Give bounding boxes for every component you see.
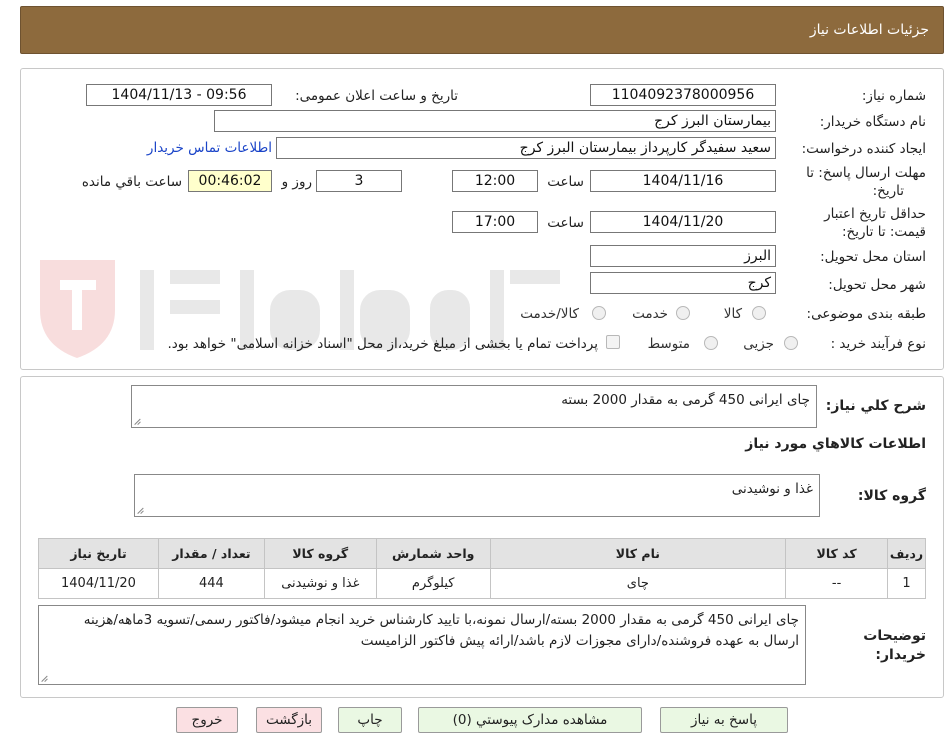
goods-group-label: گروه کالا:: [857, 488, 926, 504]
buyer-org-label: نام دستگاه خریدار:: [819, 114, 926, 130]
remaining-time-label: ساعت باقي مانده: [81, 174, 182, 190]
cell-group: غذا و نوشیدنی: [263, 568, 377, 599]
page-title: جزئیات اطلاعات نیاز: [809, 22, 929, 38]
deadline-label: مهلت ارسال پاسخ: تا: [806, 165, 926, 181]
need-number-label: شماره نیاز:: [861, 88, 926, 104]
col-code: کد کالا: [785, 538, 889, 569]
buyer-notes-label-line2: خریدار:: [875, 647, 926, 663]
description-textarea[interactable]: چای ایرانی 450 گرمی به مقدار 2000 بسته: [131, 385, 817, 428]
validity-time-label: ساعت: [547, 215, 584, 231]
requester-label: ایجاد کننده درخواست:: [801, 141, 926, 157]
days-label: روز و: [281, 174, 312, 190]
announce-datetime-label: تاریخ و ساعت اعلان عمومی:: [295, 88, 458, 104]
city-label: شهر محل تحویل:: [828, 277, 926, 293]
need-number-field: 1104092378000956: [590, 84, 776, 106]
exit-button[interactable]: خروج: [176, 707, 238, 733]
goods-table: رديف کد کالا نام کالا واحد شمارش گروه کا…: [38, 538, 926, 599]
print-button[interactable]: چاپ: [338, 707, 402, 733]
category-goods-radio[interactable]: [752, 306, 766, 320]
remaining-time-field: 00:46:02: [188, 170, 272, 192]
col-group: گروه کالا: [263, 538, 377, 569]
deadline-date-field: 1404/11/16: [590, 170, 776, 192]
col-unit: واحد شمارش: [375, 538, 491, 569]
col-date: تاریخ نیاز: [38, 538, 159, 569]
category-service-label: خدمت: [632, 306, 668, 322]
view-attachments-button[interactable]: مشاهده مدارک پیوستي (0): [418, 707, 642, 733]
category-goods-service-radio[interactable]: [592, 306, 606, 320]
resize-grip-icon[interactable]: [138, 506, 146, 514]
description-text: چای ایرانی 450 گرمی به مقدار 2000 بسته: [561, 392, 810, 408]
province-field: البرز: [590, 245, 776, 267]
goods-table-header: رديف کد کالا نام کالا واحد شمارش گروه کا…: [38, 538, 926, 569]
category-label: طبقه بندی موضوعی:: [806, 306, 926, 322]
resize-grip-icon[interactable]: [42, 674, 50, 682]
cell-code: --: [785, 568, 889, 599]
resize-grip-icon[interactable]: [135, 417, 143, 425]
process-minor-radio[interactable]: [784, 336, 798, 350]
process-type-label: نوع فرآیند خرید :: [830, 336, 926, 352]
treasury-payment-checkbox[interactable]: [606, 335, 620, 349]
buyer-contact-link[interactable]: اطلاعات تماس خریدار: [147, 140, 272, 156]
page-header: جزئیات اطلاعات نیاز: [20, 6, 944, 54]
process-minor-label: جزیی: [743, 336, 774, 352]
process-medium-label: متوسط: [647, 336, 690, 352]
goods-group-text: غذا و نوشیدنی: [731, 481, 813, 497]
col-row: رديف: [887, 538, 926, 569]
goods-section-title: اطلاعات کالاهاي مورد نياز: [745, 436, 926, 452]
province-label: استان محل تحویل:: [820, 249, 926, 265]
description-label: شرح کلي نياز:: [825, 398, 926, 414]
city-field: کرج: [590, 272, 776, 294]
process-medium-radio[interactable]: [704, 336, 718, 350]
back-button[interactable]: بازگشت: [256, 707, 322, 733]
price-validity-label: حداقل تاریخ اعتبار: [824, 206, 926, 222]
table-row: 1 -- چای کیلوگرم غذا و نوشیدنی 444 1404/…: [38, 568, 926, 599]
cell-qty: 444: [157, 568, 265, 599]
category-goods-label: کالا: [723, 306, 742, 322]
buyer-notes-label: توضیحات: [863, 628, 926, 644]
buyer-notes-textarea[interactable]: چای ایرانی 450 گرمی به مقدار 2000 بسته/ا…: [38, 605, 806, 685]
announce-datetime-field: 1404/11/13 - 09:56: [86, 84, 272, 106]
validity-date-field: 1404/11/20: [590, 211, 776, 233]
requester-field: سعید سفیدگر کارپرداز بیمارستان البرز کرج: [276, 137, 776, 159]
category-goods-service-label: کالا/خدمت: [520, 306, 579, 322]
cell-name: چای: [489, 568, 787, 599]
deadline-time-label: ساعت: [547, 174, 584, 190]
deadline-time-field: 12:00: [452, 170, 538, 192]
cell-row: 1: [887, 568, 926, 599]
buyer-notes-text: چای ایرانی 450 گرمی به مقدار 2000 بسته/ا…: [83, 612, 799, 649]
buyer-org-field: بیمارستان البرز کرج: [214, 110, 776, 132]
cell-date: 1404/11/20: [38, 568, 159, 599]
category-service-radio[interactable]: [676, 306, 690, 320]
validity-time-field: 17:00: [452, 211, 538, 233]
deadline-label-line2: تاریخ:: [872, 183, 904, 199]
price-validity-label-line2: قیمت: تا تاریخ:: [842, 224, 926, 240]
days-remaining-field: 3: [316, 170, 402, 192]
col-name: نام کالا: [489, 538, 787, 569]
col-qty: تعداد / مقدار: [157, 538, 265, 569]
reply-to-need-button[interactable]: پاسخ به نیاز: [660, 707, 788, 733]
treasury-payment-note: پرداخت تمام یا بخشی از مبلغ خرید،از محل …: [167, 336, 598, 352]
cell-unit: کیلوگرم: [375, 568, 491, 599]
goods-group-textarea[interactable]: غذا و نوشیدنی: [134, 474, 820, 517]
